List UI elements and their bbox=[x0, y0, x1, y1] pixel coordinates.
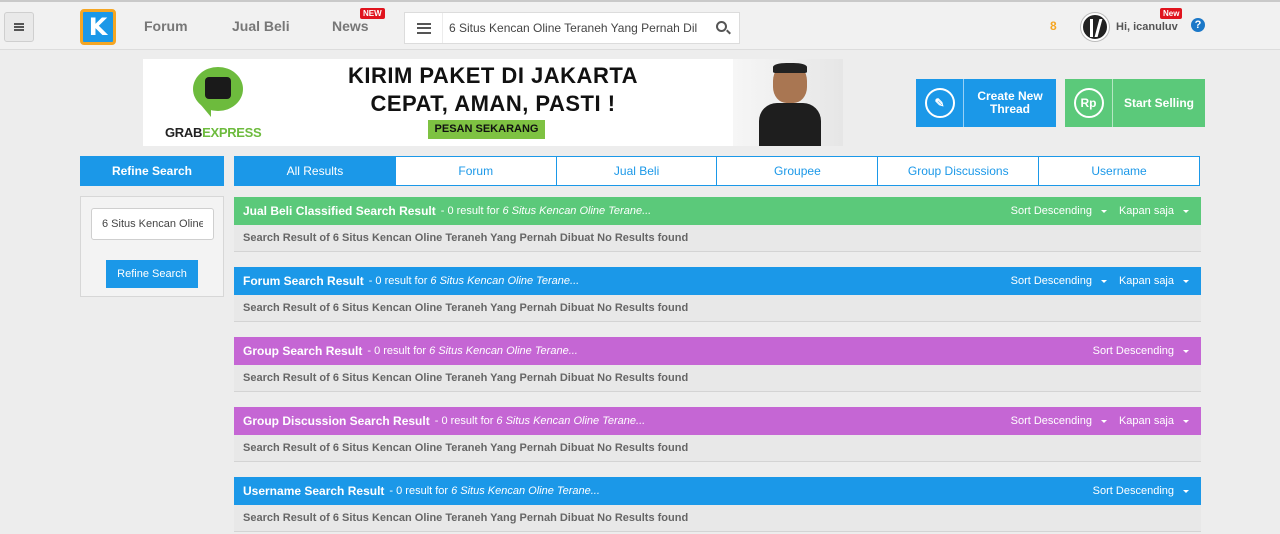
section-query: 6 Situs Kencan Oline Terane... bbox=[496, 415, 646, 427]
nav-jual-beli-link[interactable]: Jual Beli bbox=[232, 18, 290, 34]
start-selling-button[interactable]: Rp Start Selling bbox=[1065, 79, 1205, 127]
forum-result-section: Forum Search Result - 0 result for 6 Sit… bbox=[234, 267, 1201, 322]
section-result-text: Search Result of 6 Situs Kencan Oline Te… bbox=[234, 365, 1201, 392]
nav-forum-link[interactable]: Forum bbox=[144, 18, 188, 34]
tab-group-discussions[interactable]: Group Discussions bbox=[877, 157, 1038, 185]
refine-search-button[interactable]: Refine Search bbox=[106, 260, 198, 288]
tab-groupee[interactable]: Groupee bbox=[716, 157, 877, 185]
section-header: Forum Search Result - 0 result for 6 Sit… bbox=[234, 267, 1201, 295]
create-thread-label-2: Thread bbox=[989, 102, 1030, 116]
list-icon bbox=[416, 22, 431, 34]
section-query: 6 Situs Kencan Oline Terane... bbox=[451, 485, 600, 497]
avatar[interactable] bbox=[1081, 13, 1109, 41]
time-dropdown[interactable]: Kapan saja bbox=[1119, 275, 1189, 287]
section-header: Jual Beli Classified Search Result - 0 r… bbox=[234, 197, 1201, 225]
section-result-text: Search Result of 6 Situs Kencan Oline Te… bbox=[234, 505, 1201, 532]
section-header: Username Search Result - 0 result for 6 … bbox=[234, 477, 1201, 505]
section-title: Jual Beli Classified Search Result bbox=[243, 204, 436, 218]
grab-brand: GRABEXPRESS bbox=[165, 125, 262, 140]
group-result-section: Group Search Result - 0 result for 6 Sit… bbox=[234, 337, 1201, 392]
group-discussion-result-section: Group Discussion Search Result - 0 resul… bbox=[234, 407, 1201, 462]
start-selling-label: Start Selling bbox=[1123, 95, 1194, 110]
section-title: Group Discussion Search Result bbox=[243, 414, 430, 428]
kaskus-logo[interactable]: K bbox=[80, 9, 116, 45]
caret-down-icon bbox=[1100, 419, 1107, 423]
refine-search-title: Refine Search bbox=[80, 156, 224, 186]
create-thread-label-1: Create New bbox=[977, 89, 1043, 103]
section-meta: - 0 result for bbox=[368, 275, 428, 287]
section-meta: - 0 result for bbox=[389, 485, 449, 497]
search-bar bbox=[404, 12, 740, 44]
caret-down-icon bbox=[1183, 489, 1189, 493]
section-header: Group Search Result - 0 result for 6 Sit… bbox=[234, 337, 1201, 365]
section-title: Username Search Result bbox=[243, 484, 385, 498]
section-title: Group Search Result bbox=[243, 344, 363, 358]
time-dropdown[interactable]: Kapan saja bbox=[1119, 415, 1189, 427]
top-navbar: K Forum Jual Beli News NEW 8 Hi, icanulu… bbox=[0, 0, 1280, 50]
pencil-icon: ✎ bbox=[924, 88, 955, 118]
help-icon[interactable]: ? bbox=[1191, 18, 1205, 32]
section-title: Forum Search Result bbox=[243, 274, 364, 288]
tab-jual-beli[interactable]: Jual Beli bbox=[555, 157, 717, 185]
ad-banner[interactable]: GRABEXPRESS KIRIM PAKET DI JAKARTA CEPAT… bbox=[143, 59, 843, 146]
section-meta: - 0 result for bbox=[440, 205, 500, 217]
banner-headline-1: KIRIM PAKET DI JAKARTA bbox=[347, 63, 639, 88]
caret-down-icon bbox=[1183, 209, 1189, 213]
time-dropdown[interactable]: Kapan saja bbox=[1119, 205, 1189, 217]
main-menu-button[interactable] bbox=[4, 12, 34, 42]
refine-search-panel: Refine Search bbox=[80, 196, 224, 297]
sort-dropdown[interactable]: Sort Descending bbox=[1011, 275, 1107, 287]
sort-dropdown[interactable]: Sort Descending bbox=[1093, 485, 1189, 497]
user-greeting[interactable]: Hi, icanuluv bbox=[1116, 21, 1178, 33]
banner-headline-2: CEPAT, AMAN, PASTI ! bbox=[370, 91, 616, 116]
caret-down-icon bbox=[1183, 419, 1189, 423]
sort-dropdown[interactable]: Sort Descending bbox=[1011, 205, 1107, 217]
notification-count[interactable]: 8 bbox=[1050, 19, 1057, 33]
section-meta: - 0 result for bbox=[367, 345, 427, 357]
search-category-button[interactable] bbox=[405, 13, 443, 43]
sort-dropdown[interactable]: Sort Descending bbox=[1011, 415, 1107, 427]
section-query: 6 Situs Kencan Oline Terane... bbox=[430, 275, 580, 287]
tab-username[interactable]: Username bbox=[1038, 157, 1199, 185]
create-new-thread-button[interactable]: ✎ Create New Thread bbox=[916, 79, 1056, 127]
banner-cta-button[interactable]: PESAN SEKARANG bbox=[428, 120, 545, 139]
nav-news-link[interactable]: News bbox=[332, 18, 369, 34]
tab-all-results[interactable]: All Results bbox=[235, 157, 395, 185]
banner-person-image bbox=[733, 59, 843, 146]
grab-logo-icon bbox=[193, 67, 243, 117]
hamburger-icon bbox=[14, 23, 24, 31]
search-input[interactable] bbox=[449, 18, 699, 38]
section-meta: - 0 result for bbox=[434, 415, 494, 427]
caret-down-icon bbox=[1100, 209, 1107, 213]
section-result-text: Search Result of 6 Situs Kencan Oline Te… bbox=[234, 295, 1201, 322]
jual-beli-result-section: Jual Beli Classified Search Result - 0 r… bbox=[234, 197, 1201, 252]
user-new-badge: New bbox=[1160, 8, 1183, 19]
result-tabs: All Results Forum Jual Beli Groupee Grou… bbox=[234, 156, 1200, 186]
rupiah-icon: Rp bbox=[1073, 88, 1104, 118]
section-result-text: Search Result of 6 Situs Kencan Oline Te… bbox=[234, 435, 1201, 462]
section-header: Group Discussion Search Result - 0 resul… bbox=[234, 407, 1201, 435]
caret-down-icon bbox=[1183, 279, 1189, 283]
section-query: 6 Situs Kencan Oline Terane... bbox=[429, 345, 578, 357]
section-query: 6 Situs Kencan Oline Terane... bbox=[502, 205, 652, 217]
username-result-section: Username Search Result - 0 result for 6 … bbox=[234, 477, 1201, 532]
tab-forum[interactable]: Forum bbox=[394, 157, 556, 185]
refine-search-input[interactable] bbox=[91, 208, 214, 240]
news-new-badge: NEW bbox=[360, 8, 385, 19]
caret-down-icon bbox=[1183, 349, 1189, 353]
section-result-text: Search Result of 6 Situs Kencan Oline Te… bbox=[234, 225, 1201, 252]
caret-down-icon bbox=[1100, 279, 1107, 283]
search-icon[interactable] bbox=[716, 21, 727, 32]
sort-dropdown[interactable]: Sort Descending bbox=[1093, 345, 1189, 357]
